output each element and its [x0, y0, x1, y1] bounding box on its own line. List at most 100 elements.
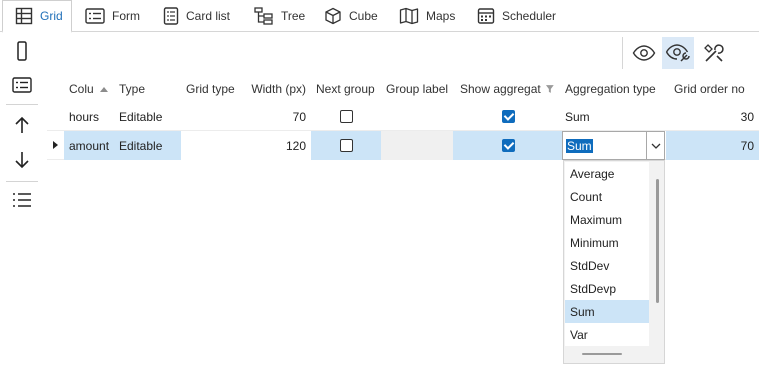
move-up-button[interactable]: [6, 110, 38, 140]
cube-icon: [325, 7, 341, 25]
column-settings-button[interactable]: [698, 37, 730, 69]
cell-type: Editable: [114, 131, 181, 160]
column-header-show-aggregation[interactable]: Show aggregati: [455, 76, 560, 102]
cell-column: amount: [64, 131, 114, 160]
tab-grid[interactable]: Grid: [2, 0, 72, 33]
header-label: Width (px): [251, 82, 306, 96]
cell-grid-order[interactable]: 70: [666, 131, 759, 160]
column-header-type[interactable]: Type: [114, 76, 182, 102]
header-label: Colu: [69, 82, 94, 96]
column-header-column[interactable]: Colu: [64, 76, 116, 102]
tab-label: Scheduler: [502, 9, 557, 23]
tab-scheduler[interactable]: Scheduler: [465, 0, 564, 32]
list-icon: [13, 193, 31, 207]
dropdown-option-stddevp[interactable]: StdDevp: [565, 277, 649, 300]
cell-grid-order[interactable]: 30: [668, 102, 759, 131]
cell-group-label[interactable]: [381, 131, 453, 160]
header-label: Grid type: [186, 82, 235, 96]
header-label: Aggregation type: [565, 82, 656, 96]
column-header-aggregation-type[interactable]: Aggregation type: [560, 76, 670, 102]
column-header-group-label[interactable]: Group label: [381, 76, 453, 102]
dropdown-toggle-button[interactable]: [646, 132, 664, 159]
dropdown-option-average[interactable]: Average: [565, 162, 649, 185]
tab-form[interactable]: Form: [73, 0, 148, 32]
left-toolbar: [0, 33, 44, 366]
aggregation-type-dropdown[interactable]: Average Count Maximum Minimum StdDev Std…: [563, 160, 665, 364]
data-grid: Colu Type Grid type Width (px) Next grou…: [47, 76, 759, 166]
form-icon: [85, 8, 105, 24]
column-header-next-group[interactable]: Next group: [311, 76, 383, 102]
mobile-layout-button[interactable]: [6, 36, 38, 66]
phone-layout-icon: [17, 41, 27, 61]
dropdown-option-maximum[interactable]: Maximum: [565, 208, 649, 231]
list-button[interactable]: [6, 185, 38, 215]
column-settings-icon: [704, 44, 724, 62]
tab-tree[interactable]: Tree: [242, 0, 313, 32]
sort-ascending-icon: [99, 86, 108, 92]
visibility-icon: [632, 45, 656, 61]
scheduler-icon: [477, 8, 495, 24]
cell-show-aggregation[interactable]: [453, 131, 563, 160]
header-label: Type: [119, 82, 146, 96]
header-label: Group label: [386, 82, 449, 96]
show-aggregation-checkbox[interactable]: [501, 110, 515, 123]
column-header-width[interactable]: Width (px): [243, 76, 311, 102]
show-aggregation-checkbox[interactable]: [501, 139, 515, 152]
header-label: Next group: [316, 82, 375, 96]
combobox-value[interactable]: Sum: [566, 139, 593, 153]
dropdown-option-sum[interactable]: Sum: [565, 300, 649, 323]
dropdown-option-minimum[interactable]: Minimum: [565, 231, 649, 254]
cell-width[interactable]: 120: [243, 131, 311, 160]
move-down-button[interactable]: [6, 145, 38, 175]
move-up-icon: [15, 116, 29, 133]
toolbar-divider: [622, 37, 623, 69]
dropdown-option-stddev[interactable]: StdDev: [565, 254, 649, 277]
tab-label: Card list: [186, 9, 231, 23]
table-row[interactable]: hours Editable 70 Sum 30: [47, 102, 759, 131]
cell-width[interactable]: 70: [243, 102, 311, 131]
next-group-checkbox[interactable]: [339, 139, 353, 152]
cell-show-aggregation[interactable]: [453, 102, 563, 131]
column-header-grid-order[interactable]: Grid order no: [669, 76, 759, 102]
cell-column: hours: [69, 109, 100, 124]
tab-label: Maps: [426, 9, 456, 23]
tab-cube[interactable]: Cube: [312, 0, 386, 32]
move-down-icon: [15, 152, 29, 169]
toolbar-divider: [6, 181, 38, 182]
tab-label: Tree: [281, 9, 306, 23]
table-row[interactable]: amount Editable 120 Sum 70: [47, 131, 759, 160]
form-view-button[interactable]: [6, 70, 38, 100]
cell-next-group[interactable]: [311, 102, 381, 131]
tab-maps[interactable]: Maps: [387, 0, 463, 32]
card-list-icon: [163, 7, 179, 25]
cell-group-label[interactable]: [381, 102, 453, 131]
vertical-scrollbar[interactable]: [656, 179, 659, 303]
horizontal-scrollbar[interactable]: [582, 353, 622, 355]
toolbar-divider: [6, 104, 38, 105]
cell-aggregation-type[interactable]: Sum: [560, 102, 668, 131]
tab-card-list[interactable]: Card list: [151, 0, 238, 32]
tree-icon: [254, 7, 273, 25]
visibility-button[interactable]: [628, 37, 660, 69]
aggregation-type-combobox[interactable]: Sum: [562, 131, 665, 160]
dropdown-option-var[interactable]: Var: [565, 323, 649, 346]
tab-label: Grid: [40, 9, 63, 23]
header-label: Show aggregati: [460, 82, 542, 96]
header-label: Grid order no: [674, 82, 745, 96]
visibility-settings-icon: [665, 44, 690, 62]
filter-icon[interactable]: [545, 84, 555, 94]
tab-label: Form: [112, 9, 140, 23]
current-row-indicator-icon: [53, 141, 58, 149]
column-header-grid-type[interactable]: Grid type: [181, 76, 249, 102]
cell-next-group[interactable]: [311, 131, 381, 160]
cell-grid-type[interactable]: [181, 131, 243, 160]
chevron-down-icon: [651, 143, 660, 149]
next-group-checkbox[interactable]: [339, 110, 353, 123]
cell-grid-type[interactable]: [181, 102, 243, 131]
map-icon: [399, 7, 419, 25]
dropdown-option-count[interactable]: Count: [565, 185, 649, 208]
cell-type: Editable: [119, 109, 163, 124]
visibility-settings-button[interactable]: [662, 37, 694, 69]
grid-icon: [15, 7, 33, 25]
view-tabs: Grid Form Card list Tree Cube Maps Sched…: [0, 0, 759, 33]
